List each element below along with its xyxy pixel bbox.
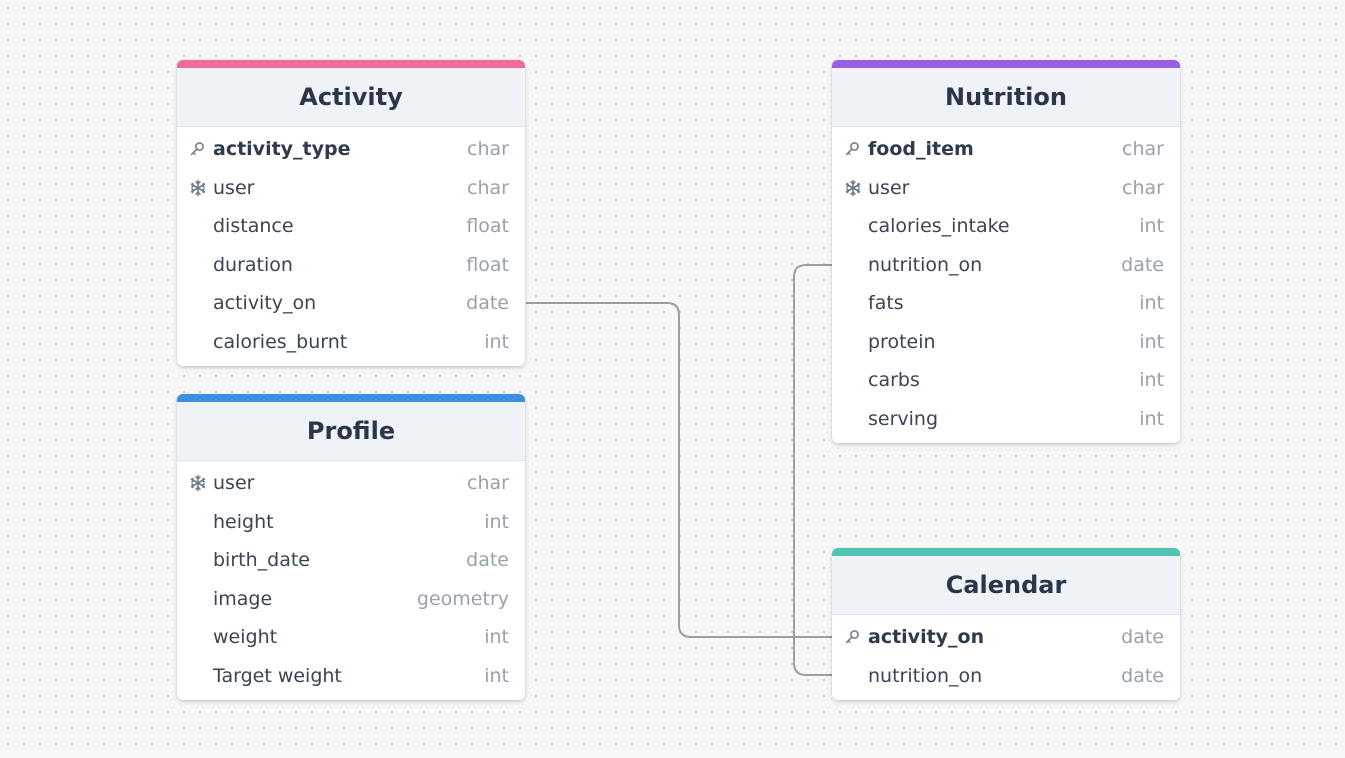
field-name: activity_type	[213, 138, 351, 161]
field-name: serving	[868, 407, 939, 430]
diagram-canvas[interactable]: Activity activity_type char user char distan…	[0, 0, 1345, 758]
field-name: activity_on	[213, 292, 317, 315]
field-type: int	[484, 510, 509, 533]
field-name: user	[213, 176, 255, 199]
field-list: food_item char user char calories_intake int n…	[832, 127, 1180, 443]
field-type: char	[1122, 138, 1164, 161]
table-nutrition[interactable]: Nutrition food_item char user char calories_…	[832, 60, 1180, 443]
field-name: weight	[213, 626, 278, 649]
field-type: date	[1121, 664, 1164, 687]
table-header[interactable]: Profile	[177, 402, 525, 461]
key-icon	[844, 141, 868, 157]
field-name: nutrition_on	[868, 664, 983, 687]
field-row[interactable]: activity_on date	[832, 618, 1180, 657]
field-type: int	[1139, 369, 1164, 392]
field-row[interactable]: weight int	[177, 618, 525, 657]
field-type: date	[466, 292, 509, 315]
table-profile[interactable]: Profile user char height int birth_date date i…	[177, 394, 525, 700]
field-row[interactable]: user char	[177, 169, 525, 208]
table-header[interactable]: Nutrition	[832, 68, 1180, 127]
field-row[interactable]: calories_burnt int	[177, 323, 525, 362]
key-icon	[189, 141, 213, 157]
snowflake-icon	[189, 179, 213, 197]
field-name: fats	[868, 292, 904, 315]
field-row[interactable]: user char	[832, 169, 1180, 208]
table-title: Activity	[299, 83, 403, 111]
field-type: date	[1121, 626, 1164, 649]
field-row[interactable]: Target weight int	[177, 657, 525, 696]
field-type: float	[466, 215, 509, 238]
field-name: user	[213, 472, 255, 495]
field-name: user	[868, 176, 910, 199]
field-type: char	[467, 176, 509, 199]
field-name: Target weight	[213, 664, 342, 687]
table-activity[interactable]: Activity activity_type char user char distan…	[177, 60, 525, 366]
field-list: activity_type char user char distance float du…	[177, 127, 525, 366]
field-name: protein	[868, 330, 936, 353]
field-type: float	[466, 253, 509, 276]
field-row[interactable]: user char	[177, 464, 525, 503]
field-row[interactable]: activity_type char	[177, 130, 525, 169]
table-title: Calendar	[945, 571, 1067, 599]
field-type: geometry	[416, 587, 509, 610]
field-type: char	[1122, 176, 1164, 199]
field-row[interactable]: height int	[177, 503, 525, 542]
field-row[interactable]: image geometry	[177, 580, 525, 619]
snowflake-icon	[844, 179, 868, 197]
field-type: char	[467, 138, 509, 161]
field-name: height	[213, 510, 274, 533]
key-icon	[844, 629, 868, 645]
table-accent-bar	[177, 60, 525, 68]
field-type: int	[1139, 215, 1164, 238]
table-accent-bar	[832, 60, 1180, 68]
field-row[interactable]: serving int	[832, 400, 1180, 439]
field-type: char	[467, 472, 509, 495]
field-list: activity_on date nutrition_on date	[832, 615, 1180, 700]
field-row[interactable]: nutrition_on date	[832, 657, 1180, 696]
table-calendar[interactable]: Calendar activity_on date nutrition_on date	[832, 548, 1180, 700]
field-row[interactable]: calories_intake int	[832, 207, 1180, 246]
field-row[interactable]: activity_on date	[177, 284, 525, 323]
field-name: birth_date	[213, 549, 310, 572]
table-header[interactable]: Calendar	[832, 556, 1180, 615]
field-name: food_item	[868, 138, 974, 161]
field-type: int	[484, 330, 509, 353]
field-row[interactable]: carbs int	[832, 361, 1180, 400]
field-row[interactable]: duration float	[177, 246, 525, 285]
table-header[interactable]: Activity	[177, 68, 525, 127]
field-row[interactable]: distance float	[177, 207, 525, 246]
field-name: activity_on	[868, 626, 985, 649]
relation-activity-calendar	[526, 302, 832, 638]
field-name: duration	[213, 253, 293, 276]
relation-nutrition-calendar	[793, 264, 832, 676]
field-name: carbs	[868, 369, 920, 392]
field-name: calories_intake	[868, 215, 1010, 238]
field-type: int	[1139, 292, 1164, 315]
snowflake-icon	[189, 474, 213, 492]
field-name: image	[213, 587, 273, 610]
table-title: Nutrition	[945, 83, 1067, 111]
field-type: int	[1139, 407, 1164, 430]
field-list: user char height int birth_date date image geom…	[177, 461, 525, 700]
field-row[interactable]: fats int	[832, 284, 1180, 323]
field-type: int	[484, 626, 509, 649]
field-name: distance	[213, 215, 294, 238]
field-row[interactable]: protein int	[832, 323, 1180, 362]
field-type: int	[1139, 330, 1164, 353]
table-accent-bar	[177, 394, 525, 402]
field-row[interactable]: nutrition_on date	[832, 246, 1180, 285]
field-row[interactable]: food_item char	[832, 130, 1180, 169]
field-row[interactable]: birth_date date	[177, 541, 525, 580]
table-accent-bar	[832, 548, 1180, 556]
field-name: nutrition_on	[868, 253, 983, 276]
field-type: date	[1121, 253, 1164, 276]
field-name: calories_burnt	[213, 330, 348, 353]
table-title: Profile	[306, 417, 396, 445]
field-type: date	[466, 549, 509, 572]
field-type: int	[484, 664, 509, 687]
